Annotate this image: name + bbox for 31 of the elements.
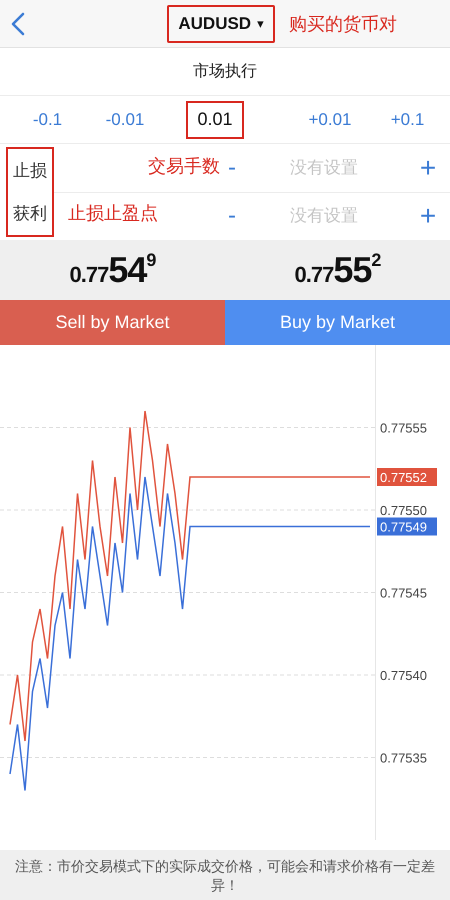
axis-tick-label: 0.77540 — [380, 668, 427, 683]
last-price-label: 0.77552 — [377, 468, 437, 486]
execution-mode: 市场执行 — [0, 48, 450, 96]
quote-price: 0.7755$^{2}$ — [294, 249, 380, 291]
axis-tick-label: 0.77550 — [380, 503, 427, 518]
price-field[interactable]: 没有设置 — [290, 206, 400, 226]
lot-size: 0.01 — [186, 100, 244, 138]
symbol-dropdown[interactable]: AUDUSD ▾ — [167, 4, 275, 42]
lot-step-button[interactable]: +0.1 — [390, 110, 424, 130]
axis-tick-label: 0.77545 — [380, 586, 427, 600]
quote-price: 0.7754$^{9}$ — [70, 249, 156, 291]
lot-step-button[interactable]: -0.1 — [32, 110, 62, 130]
buy-button[interactable]: Buy by Market — [225, 300, 450, 345]
plus-button[interactable]: + — [420, 202, 436, 230]
price-field[interactable]: 没有设置 — [290, 158, 400, 178]
minus-button[interactable]: - — [228, 204, 236, 228]
minus-button[interactable]: - — [228, 156, 236, 180]
lot-step-button[interactable]: +0.01 — [308, 110, 352, 130]
annotation-text: 交易手数 — [148, 155, 220, 178]
axis-tick-label: 0.77555 — [380, 420, 427, 436]
axis-tick-label: 0.77535 — [380, 750, 427, 766]
annotation-text: 止损止盈点 — [68, 202, 158, 225]
sell-button[interactable]: Sell by Market — [0, 300, 225, 345]
lot-step-button[interactable]: -0.01 — [106, 110, 144, 130]
order-label: 止损 — [13, 160, 47, 182]
plus-button[interactable]: + — [420, 154, 436, 182]
notice-text: 注意：市价交易模式下的实际成交价格，可能会和请求价格有一定差异！ — [14, 857, 436, 895]
order-label: 获利 — [13, 203, 47, 225]
last-price-label: 0.77549 — [377, 518, 437, 536]
back-icon[interactable] — [10, 12, 26, 36]
annotation-text: 购买的货币对 — [289, 12, 397, 36]
